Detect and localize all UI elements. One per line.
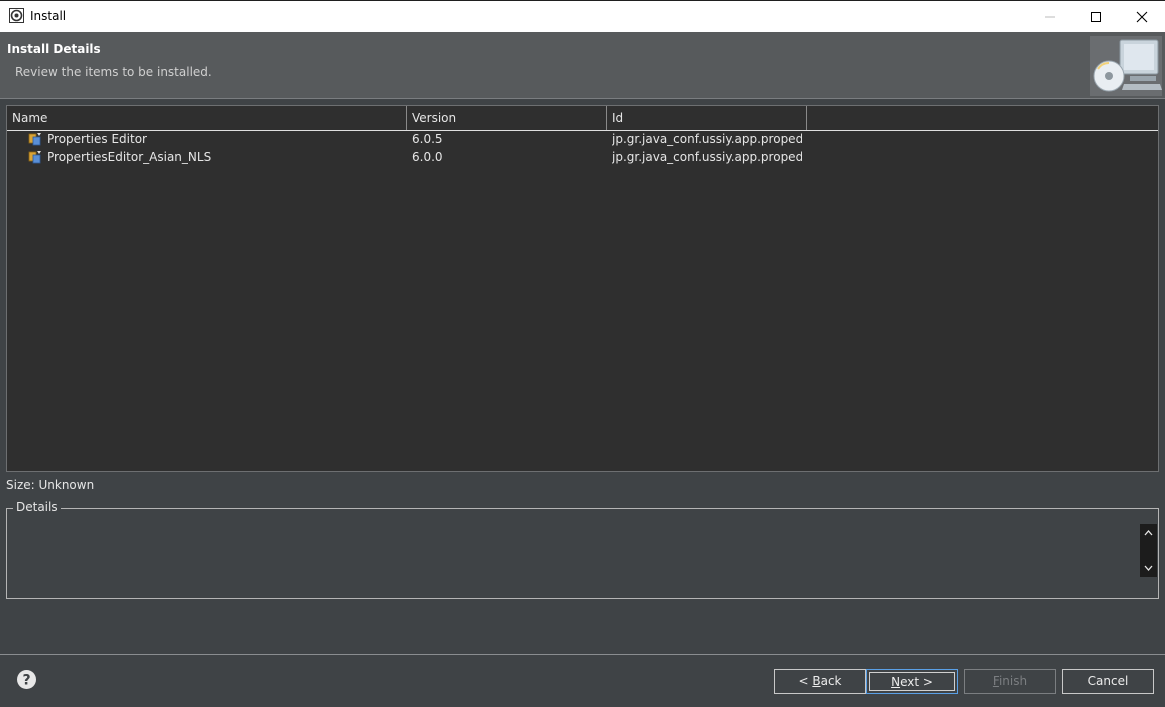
table-header: Name Version Id [7,106,1158,131]
details-legend: Details [13,500,61,514]
help-icon[interactable]: ? [16,669,37,690]
feature-icon [28,133,41,146]
back-mnemonic: B [812,674,821,688]
next-button[interactable]: Next > [866,669,958,694]
minimize-icon [1045,16,1055,18]
back-label-prefix: < [798,674,813,688]
table-row[interactable]: Properties Editor 6.0.5 jp.gr.java_conf.… [7,130,1158,148]
finish-label-rest: inish [998,674,1028,688]
column-header-version[interactable]: Version [407,106,607,130]
back-button[interactable]: < Back [774,669,866,694]
row-name: PropertiesEditor_Asian_NLS [47,150,212,164]
finish-button[interactable]: Finish [964,669,1056,694]
next-label-rest: ext > [900,675,933,689]
title-bar: Install [0,0,1165,32]
row-version: 6.0.5 [412,132,443,146]
column-header-filler [807,106,1158,130]
maximize-button[interactable] [1073,1,1119,32]
page-title: Install Details [7,42,101,56]
feature-icon [28,151,41,164]
details-scrollbar[interactable] [1140,524,1157,577]
row-id: jp.gr.java_conf.ussiy.app.propedit.... [612,150,802,164]
close-button[interactable] [1119,1,1165,32]
wizard-header: Install Details Review the items to be i… [0,32,1165,98]
chevron-up-icon[interactable] [1140,524,1157,542]
page-subtitle: Review the items to be installed. [15,65,212,79]
row-id: jp.gr.java_conf.ussiy.app.propedit.... [612,132,802,146]
window-title: Install [30,9,67,23]
footer-divider [0,654,1165,655]
chevron-down-icon[interactable] [1140,559,1157,577]
size-label: Size: Unknown [6,478,95,492]
close-icon [1136,11,1148,23]
eclipse-app-icon [9,8,24,23]
row-version: 6.0.0 [412,150,443,164]
install-wizard-icon [1090,36,1162,96]
svg-text:?: ? [22,673,30,689]
install-items-table[interactable]: Name Version Id Properties Editor 6.0.5 … [6,105,1159,472]
back-label-rest: ack [820,674,842,688]
minimize-button[interactable] [1027,1,1073,32]
cancel-button[interactable]: Cancel [1062,669,1154,694]
row-name: Properties Editor [47,132,147,146]
column-header-id[interactable]: Id [607,106,807,130]
table-row[interactable]: PropertiesEditor_Asian_NLS 6.0.0 jp.gr.j… [7,148,1158,166]
header-divider [0,98,1165,99]
next-mnemonic: N [891,675,901,689]
details-group: Details [6,500,1159,599]
maximize-icon [1091,12,1101,22]
next-focus-ring: Next > [869,672,955,691]
column-header-name[interactable]: Name [7,106,407,130]
